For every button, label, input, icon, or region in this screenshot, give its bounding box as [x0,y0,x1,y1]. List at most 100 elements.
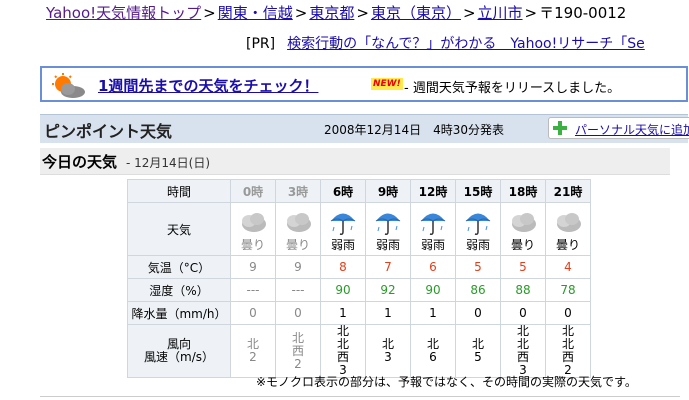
precip-value: 1 [339,306,347,320]
ad-tag: [PR] [246,36,276,52]
humidity-value: 92 [380,283,396,297]
wind-cell: 北北西 3 [500,324,546,378]
temp-cell: 6 [410,255,456,279]
umbrella-icon [328,208,358,236]
today-date: - 12月14日(日) [126,156,211,170]
precip-cell: 0 [275,301,321,325]
weather-cell: 弱雨 [320,202,366,256]
humidity-value: 88 [515,283,531,297]
weather-label: 弱雨 [420,238,445,252]
humidity-cell: 90 [410,278,456,302]
footnote: ※モノクロ表示の部分は、予報ではなく、その時間の実際の天気です。 [256,375,637,389]
breadcrumb-separator: > [294,4,308,22]
wind-dir-value: 北北西 [516,324,529,364]
breadcrumb-separator: > [203,4,216,22]
precip-cell: 0 [230,301,276,325]
umbrella-icon [418,208,448,236]
humidity-value: 90 [425,283,441,297]
precip-value: 0 [519,306,527,320]
time-cell: 18時 [500,179,546,203]
wind-speed-value: 6 [429,350,437,364]
time-cell: 15時 [455,179,501,203]
postal-code: 〒190-0012 [539,4,627,22]
breadcrumb-separator: > [356,4,369,22]
notice-text: - 週間天気予報をリリースしました。 [404,81,621,96]
ad-link[interactable]: 検索行動の「なんで？」がわかる Yahoo!リサーチ「Se [287,36,645,52]
time-cell: 3時 [275,179,321,203]
time-cell: 21時 [545,179,591,203]
wind-cell: 北北西 2 [545,324,591,378]
row-label-humidity: 湿度（%） [127,278,231,302]
humidity-value: --- [246,283,260,297]
time-value: 15時 [463,184,493,199]
breadcrumb-separator: > [524,4,538,22]
weather-table: 時間 0時 3時 6時 9時 12時 15時 18時 21時 天気 曇り 曇り 弱雨 弱雨 弱雨 弱雨 曇り 曇… [127,179,591,378]
umbrella-icon [463,208,493,236]
time-value: 6時 [332,184,354,199]
precip-cell: 1 [410,301,456,325]
row-label-time: 時間 [127,179,231,203]
time-cell: 6時 [320,179,366,203]
humidity-value: 86 [470,283,486,297]
breadcrumb-link-kanto[interactable]: 関東・信越 [218,4,293,22]
cloud-icon [508,208,538,236]
wind-cell: 北北西 3 [320,324,366,378]
plus-icon [553,121,567,135]
weather-label: 弱雨 [330,238,355,252]
time-cell: 9時 [365,179,411,203]
breadcrumb-link-top[interactable]: Yahoo!天気情報トップ [46,4,201,22]
humidity-cell: --- [230,278,276,302]
row-label-weather: 天気 [127,202,231,256]
breadcrumb-link-tokyo[interactable]: 東京（東京） [371,4,461,22]
temp-value: 8 [339,260,347,274]
breadcrumb-link-tokyo-pref[interactable]: 東京都 [309,4,354,22]
weekly-notice-box: 1週間先までの天気をチェック！ NEW! - 週間天気予報をリリースしました。 [40,66,688,102]
wind-cell: 北5 [455,324,501,378]
temp-value: 9 [249,260,257,274]
weather-cell: 曇り [230,202,276,256]
breadcrumb-link-tachikawa[interactable]: 立川市 [478,4,523,22]
issued-date: 2008年12月14日 4時30分発表 [324,123,504,137]
temp-value: 6 [429,260,437,274]
weather-cell: 曇り [275,202,321,256]
weather-cell: 曇り [500,202,546,256]
cloud-icon [283,208,313,236]
new-badge: NEW! [371,78,403,90]
humidity-cell: 88 [500,278,546,302]
precip-value: 0 [564,306,572,320]
row-label-temp: 気温（°C） [127,255,231,279]
humidity-cell: 78 [545,278,591,302]
time-cell: 12時 [410,179,456,203]
pinpoint-title: ピンポイント天気 [44,122,173,141]
time-value: 3時 [287,184,309,199]
temp-cell: 7 [365,255,411,279]
wind-cell: 北西 2 [275,324,321,378]
temp-value: 9 [294,260,302,274]
temp-value: 4 [564,260,572,274]
temp-cell: 9 [230,255,276,279]
weather-cell: 曇り [545,202,591,256]
humidity-cell: 86 [455,278,501,302]
cloud-icon [553,208,583,236]
time-value: 12時 [418,184,448,199]
time-value: 9時 [377,184,399,199]
add-personal-weather-button[interactable]: パーソナル天気に追加 [548,117,689,139]
weather-label: 弱雨 [375,238,400,252]
precip-value: 0 [474,306,482,320]
today-heading: 今日の天気 [42,153,118,171]
wind-speed-value: 5 [474,350,482,364]
humidity-cell: 90 [320,278,366,302]
precip-cell: 0 [500,301,546,325]
precip-cell: 0 [455,301,501,325]
temp-cell: 9 [275,255,321,279]
weekly-forecast-link[interactable]: 1週間先までの天気をチェック！ [98,75,318,96]
wind-dir-value: 北北西 [336,324,349,364]
precip-value: 1 [384,306,392,320]
row-label-precip: 降水量（mm/h） [127,301,231,325]
wind-dir-value: 北西 [291,330,304,358]
wind-speed-value: 2 [294,356,302,371]
time-value: 0時 [242,184,264,199]
time-cell: 0時 [230,179,276,203]
weather-cell: 弱雨 [455,202,501,256]
add-personal-weather-label[interactable]: パーソナル天気に追加 [575,121,689,138]
